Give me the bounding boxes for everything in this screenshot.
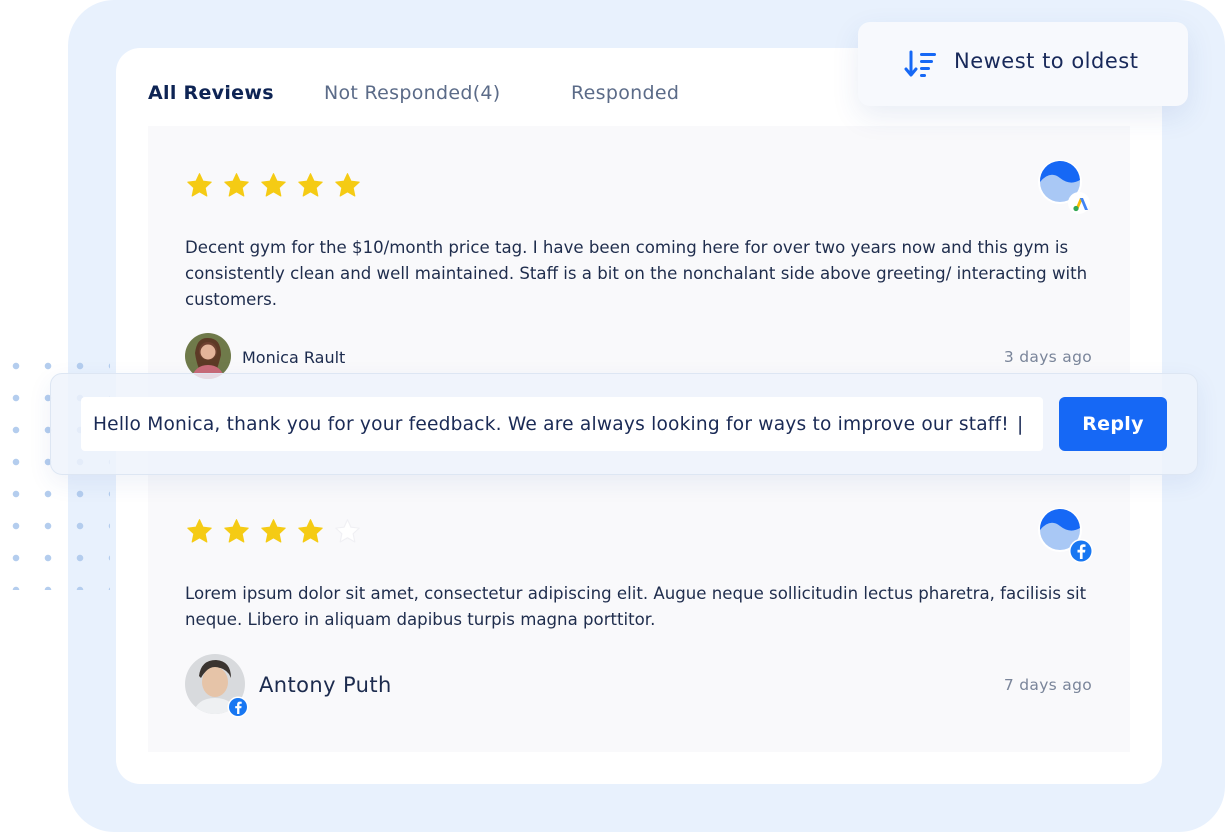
reply-input[interactable]: Hello Monica, thank you for your feedbac… [81, 397, 1043, 451]
review-card: Decent gym for the $10/month price tag. … [148, 126, 1130, 388]
star-filled-icon [224, 519, 249, 543]
review-card: Lorem ipsum dolor sit amet, consectetur … [148, 478, 1130, 752]
reply-composer: Hello Monica, thank you for your feedbac… [50, 373, 1198, 475]
facebook-badge-icon [227, 696, 249, 718]
star-filled-icon [224, 173, 249, 197]
tab-not-responded[interactable]: Not Responded(4) [324, 82, 501, 104]
star-filled-icon [261, 519, 286, 543]
reviewer-avatar [185, 654, 249, 718]
star-filled-icon [187, 173, 212, 197]
tab-all-reviews[interactable]: All Reviews [148, 82, 274, 104]
review-time: 3 days ago [1003, 348, 1092, 366]
tab-responded[interactable]: Responded [571, 82, 679, 104]
star-filled-icon [298, 173, 323, 197]
facebook-platform-icon [1038, 508, 1093, 563]
star-filled-icon [261, 173, 286, 197]
sort-label: Newest to oldest [954, 49, 1139, 73]
reviewer-name: Monica Rault [242, 348, 346, 367]
review-text: Lorem ipsum dolor sit amet, consectetur … [185, 584, 1087, 629]
star-rating [186, 172, 361, 199]
sort-dropdown[interactable]: Newest to oldest [858, 22, 1188, 106]
star-rating [186, 518, 361, 545]
reviewer-name: Antony Puth [259, 673, 392, 697]
review-text: Decent gym for the $10/month price tag. … [185, 238, 1088, 309]
reply-button[interactable]: Reply [1059, 397, 1167, 451]
star-filled-icon [335, 173, 360, 197]
text-caret: | [1016, 413, 1024, 435]
star-empty-icon [335, 519, 360, 543]
app-stage: All Reviews Not Responded(4) Responded D… [0, 0, 1225, 832]
review-time: 7 days ago [1003, 676, 1092, 694]
sort-descending-icon [904, 50, 936, 77]
star-filled-icon [298, 519, 323, 543]
reply-input-value: Hello Monica, thank you for your feedbac… [93, 413, 1009, 435]
google-ads-platform-icon [1038, 160, 1090, 214]
star-filled-icon [187, 519, 212, 543]
